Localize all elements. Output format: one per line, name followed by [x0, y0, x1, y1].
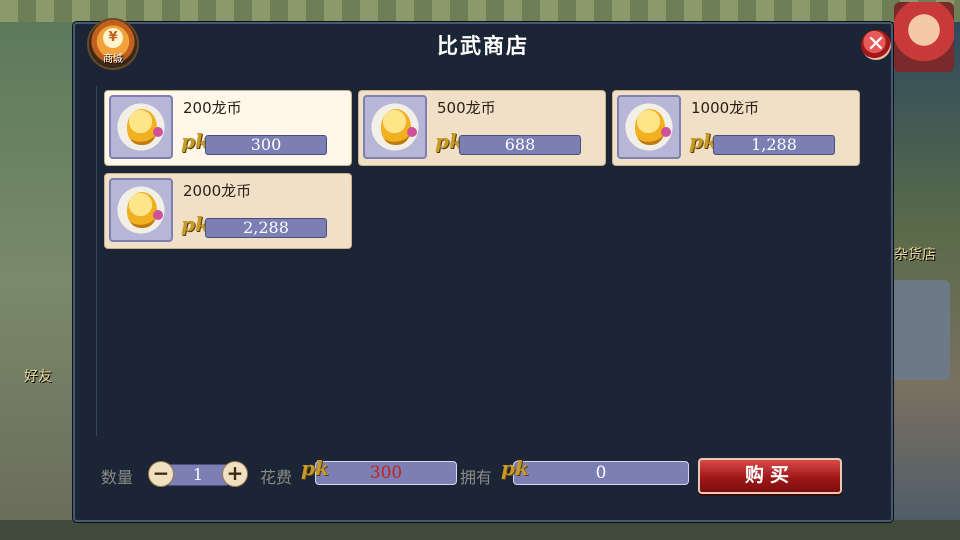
- item-name: 500龙币: [437, 99, 496, 117]
- owned-label: 拥有: [460, 468, 493, 487]
- player-avatar[interactable]: [894, 2, 954, 72]
- item-price: 300: [205, 135, 327, 155]
- quantity-minus-button[interactable]: −: [148, 461, 174, 487]
- quantity-plus-button[interactable]: +: [222, 461, 248, 487]
- dialog-title: 比武商店: [437, 34, 529, 58]
- game-top-bar: [0, 0, 960, 22]
- close-button[interactable]: ✕: [861, 30, 891, 60]
- dragon-coin-icon: [363, 95, 427, 159]
- item-price: 1,288: [713, 135, 835, 155]
- friends-button[interactable]: 好友: [24, 366, 52, 386]
- item-name: 1000龙币: [691, 99, 760, 117]
- side-panel: [890, 280, 950, 380]
- shop-item-500[interactable]: 500龙币 pk 688: [358, 90, 606, 166]
- item-price: 2,288: [205, 218, 327, 238]
- game-bottom-bar: [0, 520, 960, 540]
- owned-value: 0: [513, 461, 689, 485]
- shop-item-1000[interactable]: 1000龙币 pk 1,288: [612, 90, 860, 166]
- pk-currency-icon: pk: [301, 456, 329, 480]
- pk-currency-icon: pk: [501, 456, 529, 480]
- cost-value: 300: [315, 461, 457, 485]
- dragon-coin-icon: [109, 95, 173, 159]
- buy-button[interactable]: 购买: [698, 458, 842, 494]
- quantity-label: 数量: [101, 468, 134, 487]
- grocery-shop-button[interactable]: 杂货店: [894, 244, 936, 264]
- item-grid: 200龙币 pk 300 500龙币 pk 688 1000龙币 pk 1,28…: [96, 86, 872, 436]
- item-name: 200龙币: [183, 99, 242, 117]
- dragon-coin-icon: [617, 95, 681, 159]
- item-price: 688: [459, 135, 581, 155]
- shop-dialog: ¥ 商城 比武商店 ✕ 200龙币 pk 300 500龙币 pk 688 10…: [73, 20, 893, 522]
- cost-label: 花费: [260, 468, 293, 487]
- shop-item-2000[interactable]: 2000龙币 pk 2,288: [104, 173, 352, 249]
- quantity-input[interactable]: 1: [167, 464, 229, 486]
- item-name: 2000龙币: [183, 182, 252, 200]
- shop-item-200[interactable]: 200龙币 pk 300: [104, 90, 352, 166]
- dragon-coin-icon: [109, 178, 173, 242]
- game-scene-left: [0, 22, 74, 540]
